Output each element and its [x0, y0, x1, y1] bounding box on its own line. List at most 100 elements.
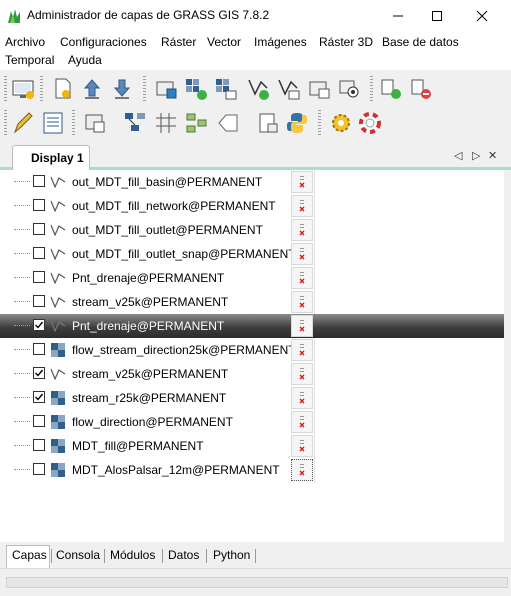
layer-properties-button[interactable] — [291, 459, 313, 481]
layer-row[interactable]: Pnt_drenaje@PERMANENT — [0, 314, 504, 338]
add-raster-misc-button[interactable] — [213, 76, 239, 102]
layer-visibility-checkbox[interactable] — [33, 439, 45, 451]
layer-properties-button[interactable] — [291, 339, 313, 361]
toolbar-grip[interactable] — [370, 76, 373, 102]
layer-visibility-checkbox[interactable] — [33, 271, 45, 283]
tab-python[interactable]: Python — [213, 548, 250, 562]
layer-row[interactable]: stream_v25k@PERMANENT — [0, 290, 504, 314]
graphical-modeler-button[interactable] — [184, 110, 210, 136]
layer-properties-button[interactable] — [291, 195, 313, 217]
layer-visibility-checkbox[interactable] — [33, 295, 45, 307]
new-workspace-button[interactable] — [50, 76, 76, 102]
toolbar-grip[interactable] — [40, 76, 43, 102]
vector-layer-icon — [50, 366, 66, 382]
modeler-icon — [125, 113, 145, 131]
mapcalc-button[interactable] — [82, 110, 108, 136]
add-vector-button[interactable] — [246, 76, 272, 102]
layer-row[interactable]: out_MDT_fill_network@PERMANENT — [0, 194, 504, 218]
add-multiple-raster-button[interactable] — [183, 76, 209, 102]
layer-visibility-checkbox[interactable] — [33, 319, 45, 331]
menu-raster[interactable]: Ráster — [161, 35, 196, 49]
display-map-button[interactable] — [10, 76, 36, 102]
tree-connector — [14, 253, 30, 254]
menu-temporal[interactable]: Temporal — [5, 53, 54, 67]
menu-vector[interactable]: Vector — [207, 35, 241, 49]
tree-connector — [14, 229, 30, 230]
layer-row[interactable]: out_MDT_fill_outlet_snap@PERMANENT — [0, 242, 504, 266]
python-button[interactable] — [284, 110, 310, 136]
layer-properties-button[interactable] — [291, 243, 313, 265]
layer-properties-button[interactable] — [291, 291, 313, 313]
menu-raster-3d[interactable]: Ráster 3D — [319, 35, 373, 49]
tab-modulos[interactable]: Módulos — [110, 548, 155, 562]
script-button[interactable] — [215, 110, 241, 136]
modeler-button[interactable] — [122, 110, 148, 136]
layer-row[interactable]: stream_r25k@PERMANENT — [0, 386, 504, 410]
close-button[interactable] — [459, 0, 505, 32]
tab-next-icon[interactable]: ▷ — [472, 149, 480, 162]
layer-visibility-checkbox[interactable] — [33, 247, 45, 259]
layer-row[interactable]: MDT_AlosPalsar_12m@PERMANENT — [0, 458, 504, 482]
add-group-button[interactable] — [378, 76, 404, 102]
add-raster-button[interactable] — [153, 76, 179, 102]
menu-base-de-datos[interactable]: Base de datos — [382, 35, 459, 49]
layer-visibility-checkbox[interactable] — [33, 367, 45, 379]
tab-datos[interactable]: Datos — [168, 548, 199, 562]
layer-visibility-checkbox[interactable] — [33, 415, 45, 427]
layer-properties-button[interactable] — [291, 387, 313, 409]
title-bar: Administrador de capas de GRASS GIS 7.8.… — [0, 0, 511, 32]
layer-visibility-checkbox[interactable] — [33, 199, 45, 211]
cartographic-composer-button[interactable] — [255, 110, 281, 136]
toolbar-grip[interactable] — [143, 76, 146, 102]
open-workspace-icon — [83, 79, 101, 99]
toolbar-grip[interactable] — [318, 110, 321, 136]
layer-properties-button[interactable] — [291, 363, 313, 385]
digitizer-button[interactable] — [10, 110, 36, 136]
menu-ayuda[interactable]: Ayuda — [68, 53, 102, 67]
tab-prev-icon[interactable]: ◁ — [454, 149, 462, 162]
layer-visibility-checkbox[interactable] — [33, 463, 45, 475]
open-workspace-button[interactable] — [79, 76, 105, 102]
add-overlay-button[interactable] — [336, 76, 362, 102]
layer-properties-button[interactable] — [291, 411, 313, 433]
toolbar-grip[interactable] — [4, 76, 7, 102]
layer-visibility-checkbox[interactable] — [33, 391, 45, 403]
layer-row[interactable]: Pnt_drenaje@PERMANENT — [0, 266, 504, 290]
attribute-table-button[interactable] — [40, 110, 66, 136]
add-multiple-vector-button[interactable] — [276, 76, 302, 102]
bottom-tab-strip: Capas Consola Módulos Datos Python — [0, 542, 511, 568]
layer-properties-button[interactable] — [291, 315, 313, 337]
toolbar-grip[interactable] — [4, 110, 7, 136]
tab-display-1[interactable]: Display 1 — [12, 145, 90, 170]
layer-row[interactable]: flow_stream_direction25k@PERMANENT — [0, 338, 504, 362]
horizontal-scrollbar[interactable] — [6, 577, 508, 588]
georectify-button[interactable] — [153, 110, 179, 136]
layer-row[interactable]: flow_direction@PERMANENT — [0, 410, 504, 434]
vector-layer-icon — [50, 318, 66, 334]
layer-properties-button[interactable] — [291, 219, 313, 241]
layer-row[interactable]: stream_v25k@PERMANENT — [0, 362, 504, 386]
tab-capas[interactable]: Capas — [12, 548, 47, 562]
layer-properties-button[interactable] — [291, 171, 313, 193]
toolbar-grip[interactable] — [72, 110, 75, 136]
layer-visibility-checkbox[interactable] — [33, 343, 45, 355]
menu-imagenes[interactable]: Imágenes — [254, 35, 307, 49]
tab-close-icon[interactable]: ✕ — [488, 149, 497, 162]
layer-visibility-checkbox[interactable] — [33, 175, 45, 187]
layer-row[interactable]: out_MDT_fill_outlet@PERMANENT — [0, 218, 504, 242]
add-vector-misc-button[interactable] — [306, 76, 332, 102]
layer-row[interactable]: MDT_fill@PERMANENT — [0, 434, 504, 458]
maximize-button[interactable] — [414, 0, 460, 32]
settings-button[interactable] — [328, 110, 354, 136]
save-workspace-button[interactable] — [109, 76, 135, 102]
layer-row[interactable]: out_MDT_fill_basin@PERMANENT — [0, 170, 504, 194]
menu-configuraciones[interactable]: Configuraciones — [60, 35, 147, 49]
tab-consola[interactable]: Consola — [56, 548, 100, 562]
mapcalc-icon — [85, 114, 105, 133]
help-button[interactable] — [357, 110, 383, 136]
layer-visibility-checkbox[interactable] — [33, 223, 45, 235]
menu-archivo[interactable]: Archivo — [5, 35, 45, 49]
layer-properties-button[interactable] — [291, 267, 313, 289]
remove-layer-button[interactable] — [408, 76, 434, 102]
layer-properties-button[interactable] — [291, 435, 313, 457]
